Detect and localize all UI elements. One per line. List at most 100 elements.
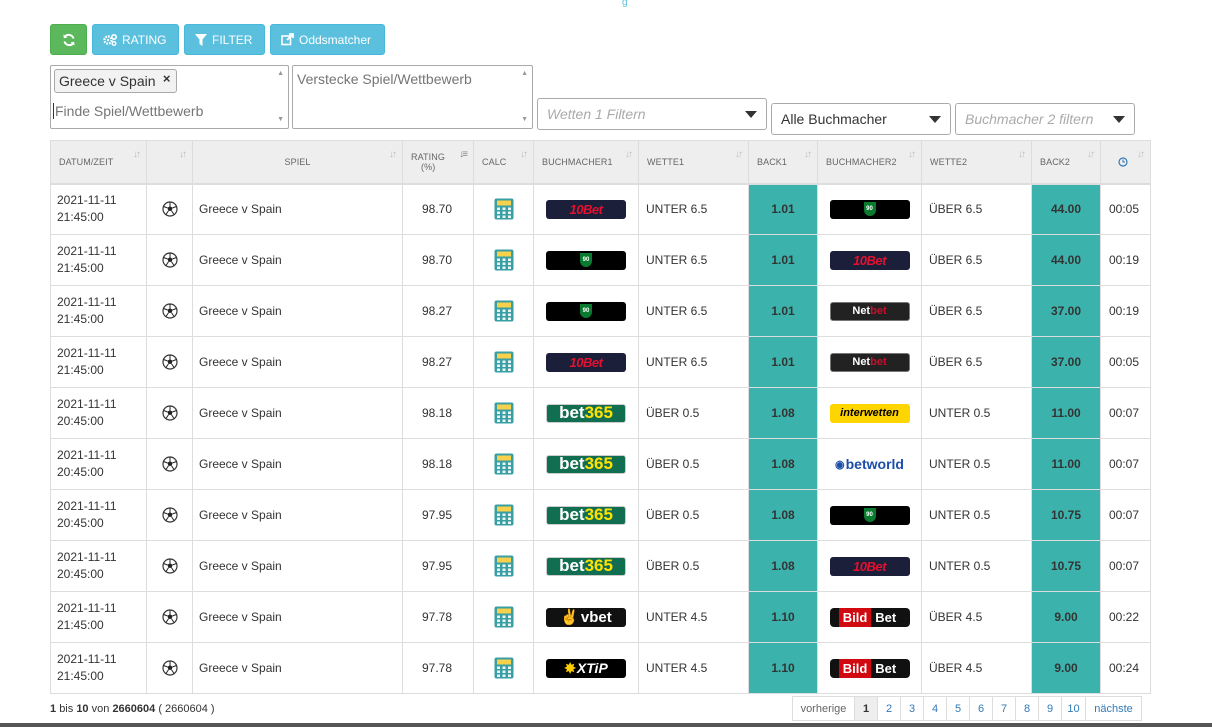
table-row[interactable]: 2021-11-11 21:45:00 Greece v Spain 98.27 … [50, 336, 1151, 388]
cell-bookmaker2[interactable]: ◉ betworld [817, 438, 922, 490]
refresh-button[interactable] [50, 24, 87, 55]
pagination-page[interactable]: 5 [946, 696, 970, 721]
pagination-page[interactable]: 4 [923, 696, 947, 721]
bets-filter-select[interactable]: Wetten 1 Filtern [537, 98, 767, 130]
col-header-bet2[interactable]: WETTE2 ↓↑ [921, 140, 1032, 185]
cell-bookmaker1[interactable]: bet 365 [533, 540, 639, 592]
cell-bet2: ÜBER 6.5 [921, 183, 1032, 235]
cell-date: 2021-11-11 20:45:00 [50, 387, 147, 439]
cell-bookmaker2[interactable]: Net bet [817, 336, 922, 388]
cell-bookmaker2[interactable]: 90 [817, 489, 922, 541]
col-header-bm1[interactable]: BUCHMACHER1 ↓↑ [533, 140, 639, 185]
pagination-info: 1 bis 10 von 2660604 ( 2660604 ) [50, 703, 215, 715]
cell-calc[interactable] [473, 387, 534, 439]
cell-bet1: ÜBER 0.5 [638, 489, 749, 541]
pagination-prev[interactable]: vorherige [792, 696, 855, 721]
cell-bookmaker2[interactable]: Bild Bet [817, 642, 922, 694]
pagination-page[interactable]: 6 [969, 696, 993, 721]
cell-bookmaker1[interactable]: ✸ XTiP [533, 642, 639, 694]
bookmaker-select[interactable]: Alle Buchmacher [771, 103, 951, 135]
hide-game-box[interactable]: ▲ ▼ [292, 65, 533, 129]
scroll-up-icon[interactable]: ▲ [277, 70, 284, 77]
pagination-bis: bis [59, 703, 74, 715]
cell-bookmaker1[interactable]: bet 365 [533, 438, 639, 490]
table-row[interactable]: 2021-11-11 20:45:00 Greece v Spain 97.95 … [50, 489, 1151, 541]
filter-button[interactable]: FILTER [184, 24, 265, 55]
pagination-page[interactable]: 1 [854, 696, 878, 721]
col-header-sport[interactable]: ↓↑ [146, 140, 193, 185]
calculator-icon[interactable] [494, 351, 514, 373]
table-row[interactable]: 2021-11-11 21:45:00 Greece v Spain 97.78 … [50, 642, 1151, 694]
cell-calc[interactable] [473, 438, 534, 490]
logo-text: bet [559, 454, 585, 473]
calculator-icon[interactable] [494, 453, 514, 475]
cell-bookmaker2[interactable]: interwetten [817, 387, 922, 439]
oddsmatcher-button[interactable]: Oddsmatcher [270, 24, 385, 55]
selected-game-tag-label: Greece v Spain [59, 73, 156, 89]
calculator-icon[interactable] [494, 555, 514, 577]
calculator-icon[interactable] [494, 504, 514, 526]
table-row[interactable]: 2021-11-11 20:45:00 Greece v Spain 98.18 … [50, 438, 1151, 490]
cell-bookmaker1[interactable]: 10Bet [533, 336, 639, 388]
cell-bookmaker1[interactable]: 90 [533, 285, 639, 337]
col-header-time[interactable]: ↓↑ [1100, 140, 1151, 185]
bookmaker2-filter-select[interactable]: Buchmacher 2 filtern [955, 103, 1135, 135]
calculator-icon[interactable] [494, 606, 514, 628]
cell-calc[interactable] [473, 489, 534, 541]
table-row[interactable]: 2021-11-11 21:45:00 Greece v Spain 98.70 … [50, 234, 1151, 286]
col-header-back2[interactable]: BACK2 ↓↑ [1031, 140, 1101, 185]
cell-bookmaker2[interactable]: 10Bet [817, 234, 922, 286]
calculator-icon[interactable] [494, 198, 514, 220]
remove-tag-icon[interactable]: × [163, 71, 171, 86]
game-filter-box[interactable]: Greece v Spain × ▲ ▼ [50, 65, 289, 129]
cell-calc[interactable] [473, 285, 534, 337]
cell-bookmaker2[interactable]: Net bet [817, 285, 922, 337]
cell-bookmaker2[interactable]: 90 [817, 183, 922, 235]
cell-calc[interactable] [473, 642, 534, 694]
calculator-icon[interactable] [494, 402, 514, 424]
scroll-up-icon[interactable]: ▲ [521, 70, 528, 77]
rating-button[interactable]: RATING [92, 24, 179, 55]
calculator-icon[interactable] [494, 657, 514, 679]
pagination-page[interactable]: 8 [1015, 696, 1039, 721]
pagination-page[interactable]: 7 [992, 696, 1016, 721]
cell-calc[interactable] [473, 183, 534, 235]
col-header-date[interactable]: DATUM/ZEIT ↓↑ [50, 140, 147, 185]
col-header-game[interactable]: SPIEL ↓↑ [192, 140, 403, 185]
table-row[interactable]: 2021-11-11 20:45:00 Greece v Spain 98.18 … [50, 387, 1151, 439]
cell-bookmaker1[interactable]: bet 365 [533, 489, 639, 541]
pagination-page[interactable]: 9 [1038, 696, 1062, 721]
col-header-back1[interactable]: BACK1 ↓↑ [748, 140, 818, 185]
cell-bookmaker2[interactable]: 10Bet [817, 540, 922, 592]
cell-calc[interactable] [473, 336, 534, 388]
pagination-page[interactable]: 10 [1061, 696, 1086, 721]
col-header-bm2[interactable]: BUCHMACHER2 ↓↑ [817, 140, 922, 185]
cell-calc[interactable] [473, 540, 534, 592]
scroll-down-icon[interactable]: ▼ [521, 116, 528, 123]
col-header-calc[interactable]: CALC ↓↑ [473, 140, 534, 185]
pagination-next[interactable]: nächste [1085, 696, 1142, 721]
table-row[interactable]: 2021-11-11 21:45:00 Greece v Spain 98.70 … [50, 183, 1151, 235]
cell-bookmaker2[interactable]: Bild Bet [817, 591, 922, 643]
cell-bet1: UNTER 6.5 [638, 183, 749, 235]
cell-bookmaker1[interactable]: ✌ vbet [533, 591, 639, 643]
col-header-bet1[interactable]: WETTE1 ↓↑ [638, 140, 749, 185]
row-time: 21:45:00 [57, 618, 104, 632]
find-game-input[interactable] [53, 103, 268, 119]
table-row[interactable]: 2021-11-11 21:45:00 Greece v Spain 97.78 … [50, 591, 1151, 643]
table-row[interactable]: 2021-11-11 20:45:00 Greece v Spain 97.95 … [50, 540, 1151, 592]
cell-calc[interactable] [473, 234, 534, 286]
cell-bookmaker1[interactable]: 10Bet [533, 183, 639, 235]
pagination-page[interactable]: 2 [877, 696, 901, 721]
calculator-icon[interactable] [494, 249, 514, 271]
calculator-icon[interactable] [494, 300, 514, 322]
pagination-page[interactable]: 3 [900, 696, 924, 721]
table-row[interactable]: 2021-11-11 21:45:00 Greece v Spain 98.27 … [50, 285, 1151, 337]
hide-game-input[interactable] [297, 71, 512, 87]
scroll-down-icon[interactable]: ▼ [277, 116, 284, 123]
bookmaker-select-value: Alle Buchmacher [781, 111, 887, 127]
cell-calc[interactable] [473, 591, 534, 643]
cell-bookmaker1[interactable]: bet 365 [533, 387, 639, 439]
cell-bookmaker1[interactable]: 90 [533, 234, 639, 286]
col-header-rating[interactable]: RATING (%) ↓≡ [402, 140, 474, 185]
